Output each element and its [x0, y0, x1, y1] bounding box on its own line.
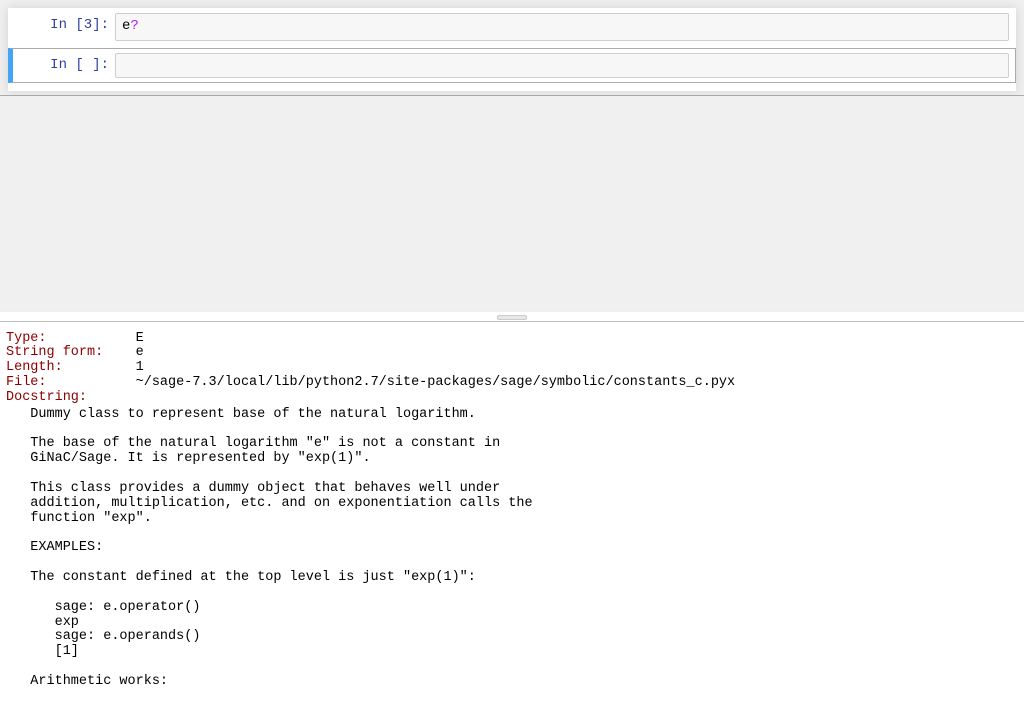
- notebook-cells-wrap: In [3]: e? In [ ]:: [8, 8, 1016, 91]
- doc-val: ~/sage-7.3/local/lib/python2.7/site-pack…: [136, 376, 736, 391]
- pager-splitter[interactable]: [0, 311, 1024, 322]
- code-cell[interactable]: In [3]: e?: [8, 8, 1016, 46]
- doc-val: e: [136, 346, 144, 361]
- docstring-body: Dummy class to represent base of the nat…: [6, 408, 1018, 690]
- doc-row: Length: 1: [6, 361, 1018, 376]
- pager-output[interactable]: Type: E String form: e Length: 1 File: ~…: [0, 322, 1024, 714]
- doc-row: File: ~/sage-7.3/local/lib/python2.7/sit…: [6, 376, 1018, 391]
- doc-row: String form: e: [6, 346, 1018, 361]
- input-prompt: In [ ]:: [15, 53, 115, 77]
- doc-key: String form:: [6, 346, 136, 361]
- doc-key: Docstring:: [6, 391, 136, 406]
- doc-key: Type:: [6, 332, 136, 347]
- notebook-container: In [3]: e? In [ ]:: [0, 0, 1024, 96]
- code-cell[interactable]: In [ ]:: [8, 48, 1016, 83]
- doc-row: Type: E: [6, 332, 1018, 347]
- input-prompt: In [3]:: [15, 13, 115, 37]
- notebook-background: [0, 96, 1024, 311]
- drag-handle-icon[interactable]: [497, 315, 527, 320]
- doc-val: 1: [136, 361, 144, 376]
- doc-row: Docstring:: [6, 391, 1018, 406]
- doc-val: E: [136, 332, 144, 347]
- code-input[interactable]: e?: [115, 13, 1009, 41]
- doc-header-table: Type: E String form: e Length: 1 File: ~…: [6, 332, 1018, 406]
- doc-key: Length:: [6, 361, 136, 376]
- doc-key: File:: [6, 376, 136, 391]
- code-input[interactable]: [115, 53, 1009, 78]
